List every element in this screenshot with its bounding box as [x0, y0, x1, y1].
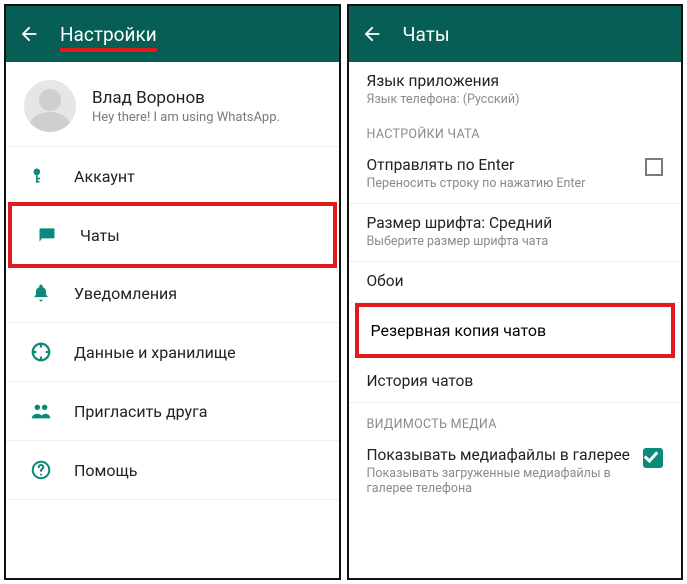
settings-item-data[interactable]: Данные и хранилище — [6, 323, 339, 382]
row-primary: Размер шрифта: Средний — [367, 214, 664, 232]
row-primary: Обои — [367, 272, 664, 290]
row-enter-to-send[interactable]: Отправлять по Enter Переносить строку по… — [349, 146, 682, 204]
settings-item-label: Аккаунт — [74, 167, 135, 186]
row-primary: Показывать медиафайлы в галерее — [367, 446, 636, 464]
settings-item-label: Данные и хранилище — [74, 343, 236, 362]
category-chat-settings: НАСТРОЙКИ ЧАТА — [349, 119, 682, 146]
row-secondary: Язык телефона: (Русский) — [367, 92, 664, 107]
row-primary: Язык приложения — [367, 72, 664, 90]
profile-texts: Влад Воронов Hey there! I am using Whats… — [92, 88, 280, 125]
page-title: Настройки — [60, 23, 157, 46]
chats-body: Язык приложения Язык телефона: (Русский)… — [349, 62, 682, 578]
row-secondary: Выберите размер шрифта чата — [367, 234, 664, 249]
profile-row[interactable]: Влад Воронов Hey there! I am using Whats… — [6, 62, 339, 147]
invite-icon — [30, 400, 52, 422]
appbar-chats: Чаты — [349, 6, 682, 62]
avatar — [24, 80, 76, 132]
row-chat-backup[interactable]: Резервная копия чатов — [355, 303, 676, 358]
chats-settings-screen: Чаты Язык приложения Язык телефона: (Рус… — [347, 4, 684, 580]
checkbox-checked[interactable] — [643, 448, 663, 468]
settings-item-account[interactable]: Аккаунт — [6, 147, 339, 206]
bell-icon — [30, 282, 52, 304]
settings-item-label: Чаты — [80, 226, 120, 245]
profile-name: Влад Воронов — [92, 88, 280, 108]
row-media-visibility[interactable]: Показывать медиафайлы в галерее Показыва… — [349, 436, 682, 508]
row-app-language[interactable]: Язык приложения Язык телефона: (Русский) — [349, 62, 682, 119]
settings-item-label: Помощь — [74, 461, 137, 480]
category-media-visibility: ВИДИМОСТЬ МЕДИА — [349, 402, 682, 436]
row-wallpaper[interactable]: Обои — [349, 262, 682, 303]
profile-status: Hey there! I am using WhatsApp. — [92, 110, 280, 125]
help-icon — [30, 459, 52, 481]
settings-item-label: Уведомления — [74, 284, 177, 303]
settings-item-help[interactable]: Помощь — [6, 441, 339, 500]
chat-icon — [36, 224, 58, 246]
data-icon — [30, 341, 52, 363]
settings-body: Влад Воронов Hey there! I am using Whats… — [6, 62, 339, 578]
row-secondary: Показывать загруженные медиафайлы в гале… — [367, 466, 636, 496]
row-primary: Резервная копия чатов — [371, 321, 660, 340]
appbar-settings: Настройки — [6, 6, 339, 62]
settings-item-label: Пригласить друга — [74, 402, 208, 421]
row-font-size[interactable]: Размер шрифта: Средний Выберите размер ш… — [349, 204, 682, 262]
settings-item-invite[interactable]: Пригласить друга — [6, 382, 339, 441]
back-arrow-icon[interactable] — [18, 23, 40, 45]
row-chat-history[interactable]: История чатов — [349, 362, 682, 402]
row-secondary: Переносить строку по нажатию Enter — [367, 176, 638, 191]
back-arrow-icon[interactable] — [361, 23, 383, 45]
key-icon — [30, 165, 52, 187]
checkbox-unchecked[interactable] — [645, 158, 663, 176]
settings-item-chats[interactable]: Чаты — [8, 202, 337, 268]
row-primary: История чатов — [367, 372, 664, 390]
row-primary: Отправлять по Enter — [367, 156, 638, 174]
settings-item-notifications[interactable]: Уведомления — [6, 264, 339, 323]
settings-screen: Настройки Влад Воронов Hey there! I am u… — [4, 4, 341, 580]
page-title: Чаты — [403, 23, 450, 46]
